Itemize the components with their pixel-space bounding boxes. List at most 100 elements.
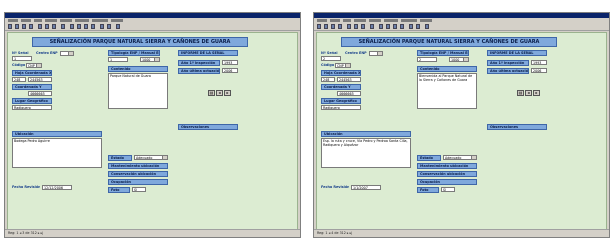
menu-item-archivo[interactable] — [317, 19, 327, 22]
field-coordenada-x[interactable]: 244563 — [28, 77, 52, 82]
label-ocupacion: Ocupación — [108, 179, 168, 185]
field-hoja[interactable]: 248 — [321, 77, 335, 82]
new-record-icon[interactable] — [100, 24, 104, 29]
field-lugar-geografico[interactable]: Radiquero — [321, 105, 361, 110]
undo-icon[interactable] — [370, 24, 374, 29]
field-ano-ultima-actuacion[interactable]: 2006 — [222, 68, 238, 73]
cut-icon[interactable] — [38, 24, 42, 29]
field-tipologia-code[interactable]: 1000 — [449, 57, 469, 62]
find-icon[interactable] — [400, 24, 404, 29]
prev-record-button[interactable]: ◂ — [525, 90, 532, 96]
help-icon[interactable] — [425, 24, 429, 29]
field-ano-1-inspeccion[interactable]: 1993 — [222, 60, 238, 65]
label-ano-ultima-actuacion: Año última actuación — [487, 68, 529, 74]
field-tipologia-num[interactable]: 2 — [417, 57, 437, 62]
preview-icon[interactable] — [29, 24, 33, 29]
menu-item-insertar[interactable] — [354, 19, 366, 22]
delete-record-icon[interactable] — [107, 24, 111, 29]
form-title: SEÑALIZACIÓN PARQUE NATURAL SIERRA Y CAÑ… — [341, 37, 557, 47]
field-lugar-geografico[interactable]: Radiquero — [12, 105, 52, 110]
field-tipologia-num[interactable]: 1 — [108, 57, 128, 62]
undo-icon[interactable] — [61, 24, 65, 29]
delete-record-icon[interactable] — [416, 24, 420, 29]
sort-asc-icon[interactable] — [70, 24, 74, 29]
menu-item-ver[interactable] — [34, 19, 42, 22]
sort-asc-icon[interactable] — [379, 24, 383, 29]
menu-item-ventana[interactable] — [420, 19, 432, 22]
field-coordenada-y[interactable]: 4666665 — [28, 91, 52, 96]
field-coordenada-x[interactable]: 244563 — [337, 77, 361, 82]
cut-icon[interactable] — [347, 24, 351, 29]
field-centro-enp[interactable] — [60, 51, 74, 56]
sort-desc-icon[interactable] — [77, 24, 81, 29]
menu-item-ventana[interactable] — [111, 19, 123, 22]
menu-item-registros[interactable] — [384, 19, 398, 22]
menu-item-edicion[interactable] — [21, 19, 31, 22]
save-icon[interactable] — [324, 24, 328, 29]
menu-item-insertar[interactable] — [45, 19, 57, 22]
menu-item-registros[interactable] — [75, 19, 89, 22]
filter-icon[interactable] — [393, 24, 397, 29]
field-estado[interactable]: Adecuado — [443, 155, 477, 160]
label-ano-1-inspeccion: Año 1ª inspección — [487, 60, 529, 66]
record-navigator[interactable]: Reg: 1 ◂ 3 de 312 ▸ ▸| — [5, 229, 300, 237]
field-n-senal[interactable]: 1 — [12, 56, 32, 61]
menu-item-edicion[interactable] — [330, 19, 340, 22]
label-informe: INFORME DE LA SEÑAL — [178, 50, 238, 56]
next-record-button[interactable]: ▸ — [533, 90, 540, 96]
field-ubicacion[interactable]: Bodega Pedro Aguirre — [12, 138, 102, 168]
field-contenido[interactable]: Bienvenida al Parque Natural de la Sierr… — [417, 73, 477, 109]
field-fecha-revision[interactable]: 12/12/2006 — [42, 185, 72, 190]
menu-item-archivo[interactable] — [8, 19, 18, 22]
menu-item-herramientas[interactable] — [401, 19, 417, 22]
field-fecha-revision[interactable]: 1/1/2007 — [351, 185, 381, 190]
print-record-button[interactable]: ▤ — [517, 90, 524, 96]
field-ano-ultima-actuacion[interactable]: 2006 — [531, 68, 547, 73]
prev-record-button[interactable]: ◂ — [216, 90, 223, 96]
help-icon[interactable] — [116, 24, 120, 29]
copy-icon[interactable] — [354, 24, 358, 29]
filter-icon[interactable] — [84, 24, 88, 29]
field-tipologia-code[interactable]: 1000 — [140, 57, 160, 62]
copy-icon[interactable] — [45, 24, 49, 29]
menu-item-formato[interactable] — [369, 19, 381, 22]
toolbar — [314, 23, 609, 31]
field-contenido[interactable]: Parque Natural de Guara — [108, 73, 168, 109]
sort-desc-icon[interactable] — [386, 24, 390, 29]
field-n-senal[interactable]: 2 — [321, 56, 341, 61]
paste-icon[interactable] — [52, 24, 56, 29]
label-tipologia: Tipología ENP / Manual ENP — [417, 50, 469, 56]
print-icon[interactable] — [331, 24, 335, 29]
new-record-icon[interactable] — [409, 24, 413, 29]
field-codigo[interactable]: CNP — [335, 63, 351, 68]
field-foto[interactable]: Sí — [441, 187, 455, 192]
label-centro-enp: Centro ENP — [345, 51, 367, 55]
record-navigator[interactable]: Reg: 1 ◂ 4 de 312 ▸ ▸| — [314, 229, 609, 237]
print-icon[interactable] — [22, 24, 26, 29]
print-record-button[interactable]: ▤ — [208, 90, 215, 96]
label-contenido: Contenido — [108, 66, 168, 72]
field-ubicacion[interactable]: Esp. la ruta y cruce, Vía Pedro y Pedroa… — [321, 138, 411, 168]
field-codigo[interactable]: CNP — [26, 63, 42, 68]
save-icon[interactable] — [15, 24, 19, 29]
field-foto[interactable]: Sí — [132, 187, 146, 192]
find-icon[interactable] — [91, 24, 95, 29]
field-ano-1-inspeccion[interactable]: 1993 — [531, 60, 547, 65]
next-record-button[interactable]: ▸ — [224, 90, 231, 96]
paste-icon[interactable] — [361, 24, 365, 29]
menu-item-herramientas[interactable] — [92, 19, 108, 22]
field-centro-enp[interactable] — [369, 51, 383, 56]
view-icon[interactable] — [8, 24, 12, 29]
label-lugar-geografico: Lugar Geográfico — [321, 98, 361, 104]
label-tipologia: Tipología ENP / Manual ENP — [108, 50, 160, 56]
preview-icon[interactable] — [338, 24, 342, 29]
field-estado[interactable]: Adecuado — [134, 155, 168, 160]
label-coordenada-x: Coordenada X — [24, 71, 52, 75]
field-hoja[interactable]: 248 — [12, 77, 26, 82]
form-title: SEÑALIZACIÓN PARQUE NATURAL SIERRA Y CAÑ… — [32, 37, 248, 47]
label-observaciones: Observaciones — [178, 124, 238, 130]
menu-item-ver[interactable] — [343, 19, 351, 22]
field-coordenada-y[interactable]: 4666665 — [337, 91, 361, 96]
menu-item-formato[interactable] — [60, 19, 72, 22]
view-icon[interactable] — [317, 24, 321, 29]
